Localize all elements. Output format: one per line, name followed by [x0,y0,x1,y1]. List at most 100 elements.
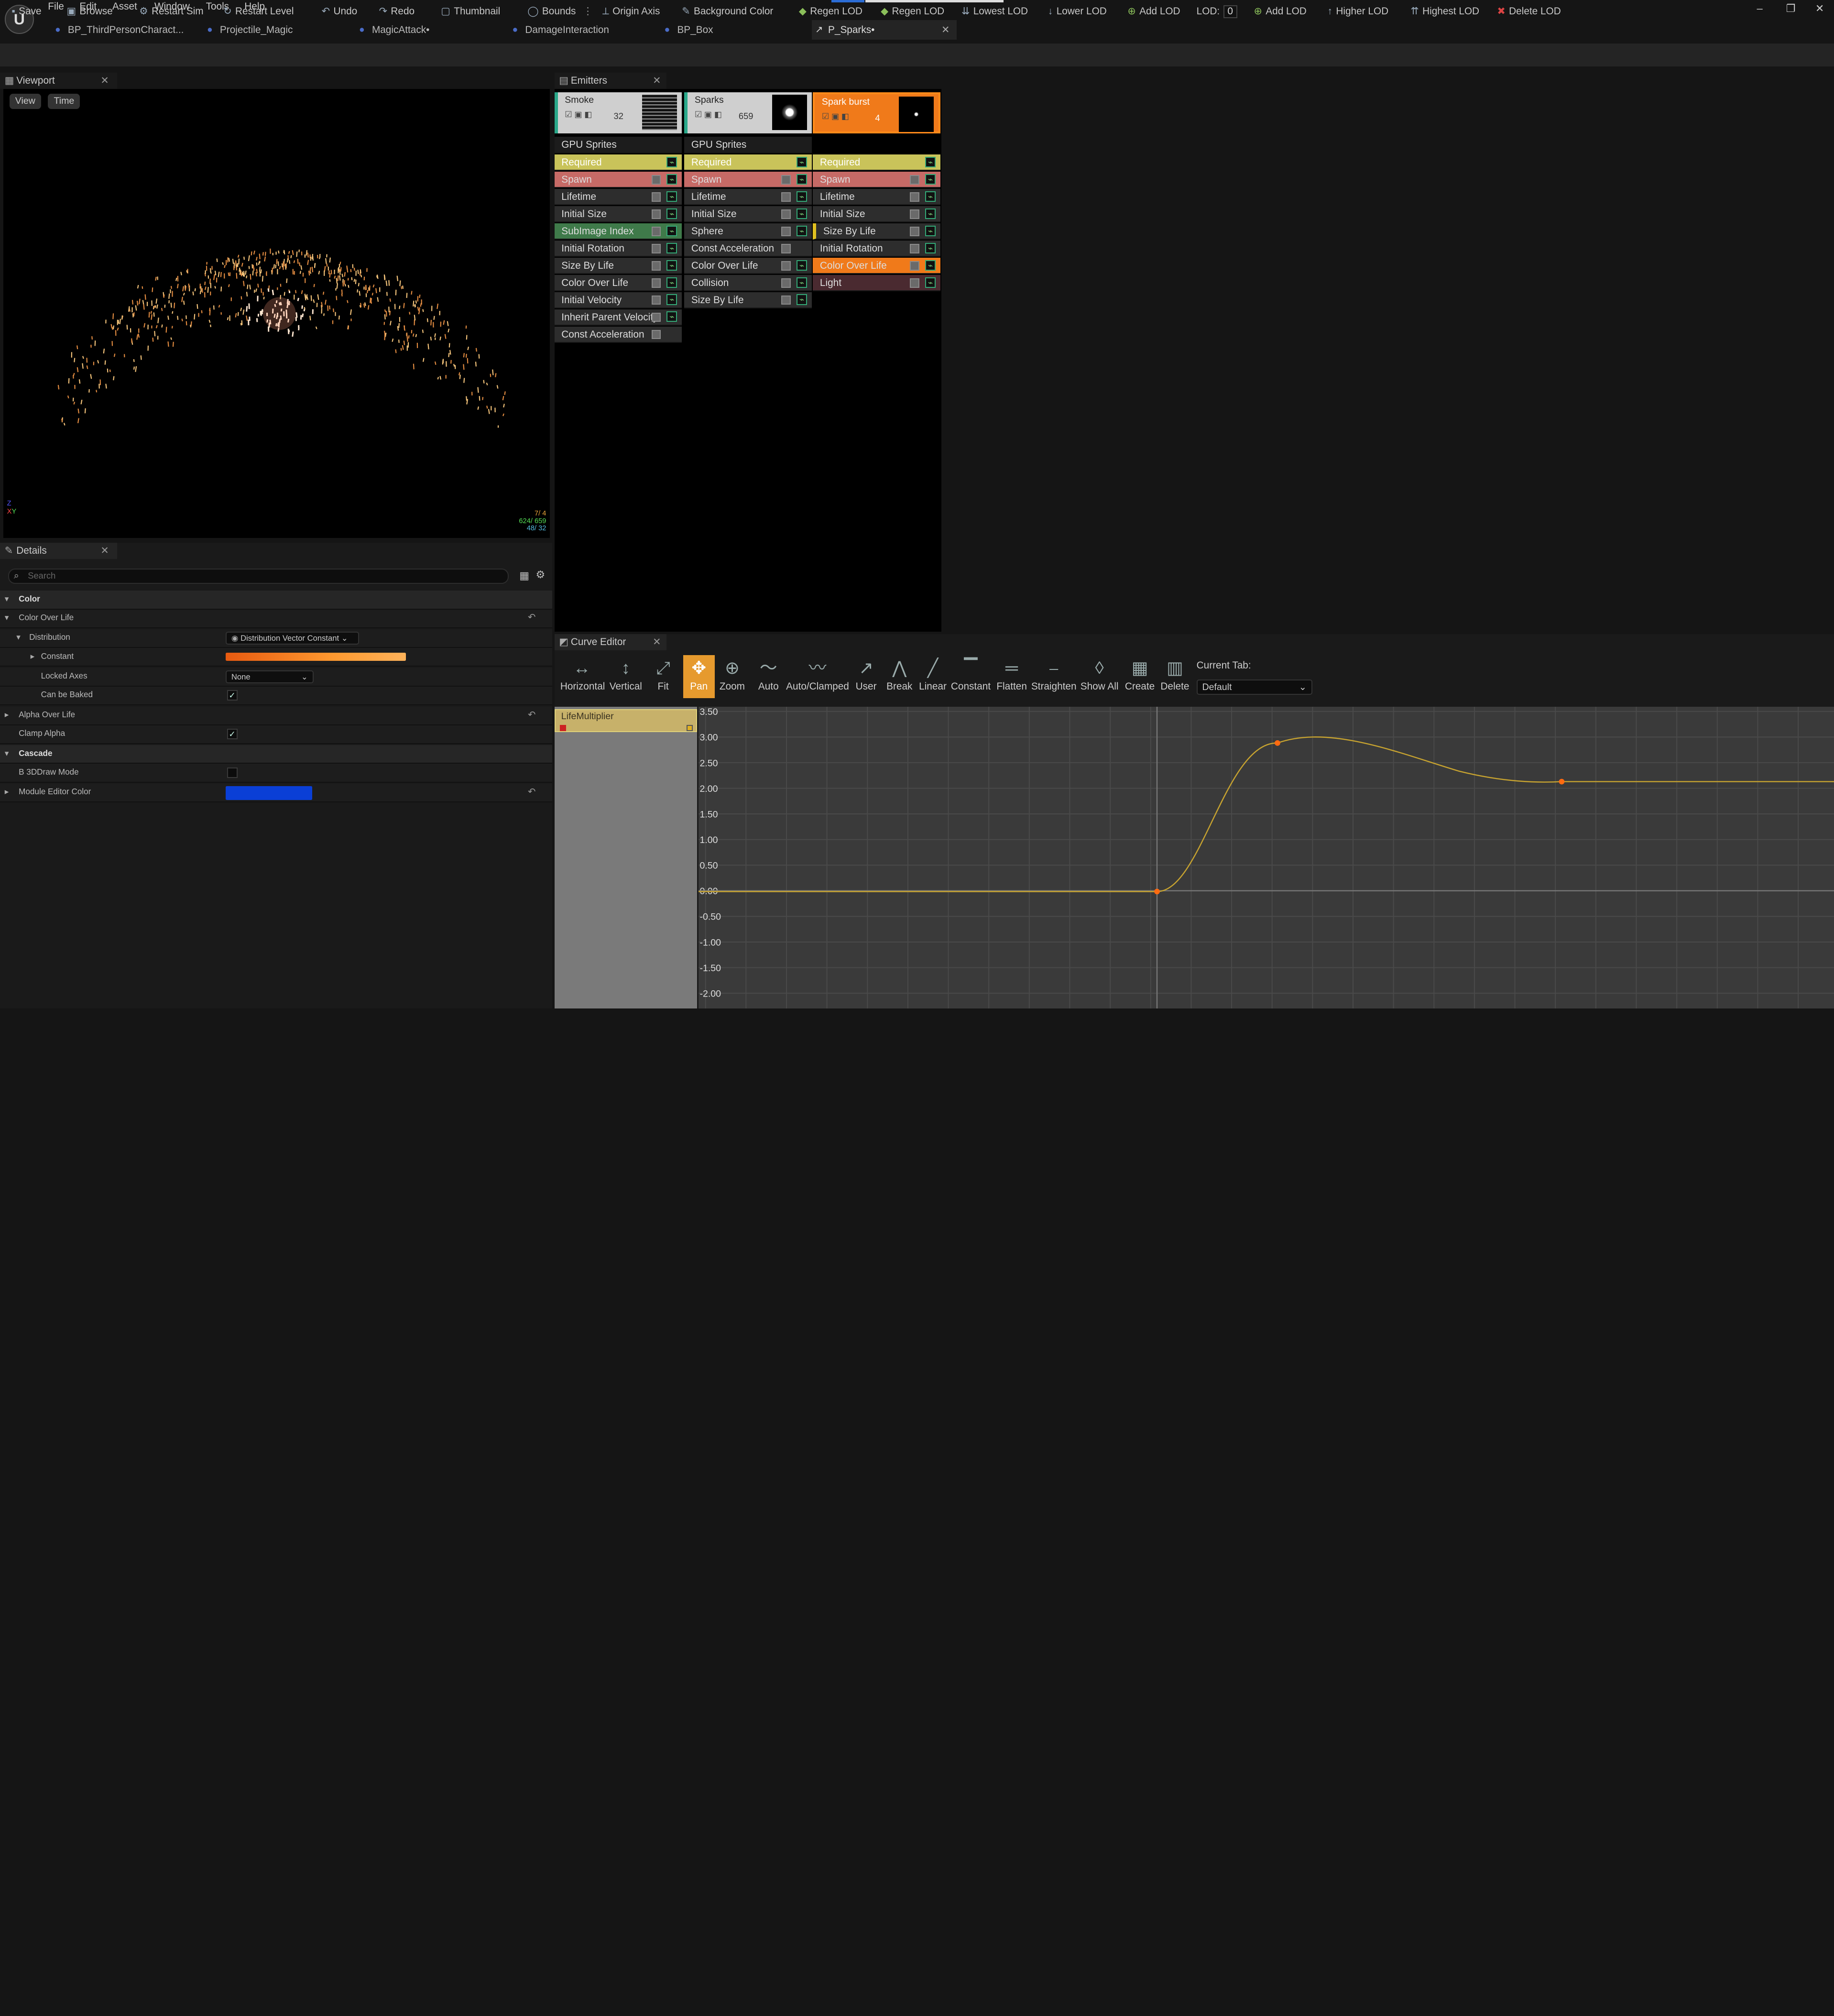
curve-btn-constant[interactable]: ▔Constant [950,655,992,699]
module-row[interactable]: Color Over Life⌁ [555,275,682,291]
module-enable-checkbox[interactable] [652,330,661,340]
module-enable-checkbox[interactable] [910,278,919,288]
row-module-editor-color[interactable]: ▸Module Editor Color↶ [0,784,552,802]
module-enable-checkbox[interactable] [781,175,791,185]
module-enable-checkbox[interactable] [652,227,661,236]
gear-icon[interactable]: ⚙ [535,569,545,581]
module-curve-toggle-icon[interactable]: ⌁ [925,191,936,202]
curve-btn-user[interactable]: ↗User [851,655,882,699]
curve-btn-delete[interactable]: ▥Delete [1158,655,1192,699]
close-viewport-icon[interactable]: ✕ [100,73,109,89]
curve-btn-break[interactable]: ⋀Break [883,655,916,699]
module-curve-toggle-icon[interactable]: ⌁ [666,277,677,288]
module-enable-checkbox[interactable] [910,261,919,271]
curve-keyframe[interactable] [1275,740,1280,746]
emitters-tab[interactable]: ▤Emitters✕ [555,73,667,89]
module-row[interactable]: Required⌁ [555,154,682,171]
viewport-tab[interactable]: ▦Viewport✕ [0,73,117,89]
module-enable-checkbox[interactable] [652,175,661,185]
bounds-button[interactable]: ◯Bounds⋮ [527,3,593,20]
module-row[interactable]: Lifetime⌁ [555,189,682,205]
module-curve-toggle-icon[interactable]: ⌁ [666,311,677,322]
menu-file[interactable]: File [48,1,64,12]
module-row[interactable]: Required⌁ [813,154,940,171]
save-button[interactable]: ▪Save [11,3,41,20]
module-enable-checkbox[interactable] [781,209,791,219]
emitter-toggle-icons[interactable]: ☑ ▣ ◧ [565,110,592,120]
module-curve-toggle-icon[interactable]: ⌁ [666,294,677,305]
module-row[interactable]: Sphere⌁ [684,223,812,240]
lower-lod-button[interactable]: ↓Lower LOD [1048,3,1107,20]
module-curve-toggle-icon[interactable]: ⌁ [666,174,677,185]
module-row[interactable]: Lifetime⌁ [813,189,940,205]
module-enable-checkbox[interactable] [781,192,791,202]
module-curve-toggle-icon[interactable]: ⌁ [925,157,936,167]
module-curve-toggle-icon[interactable]: ⌁ [925,226,936,236]
module-row[interactable]: Size By Life⌁ [813,223,940,240]
row-constant[interactable]: ▸Constant [0,648,552,667]
module-enable-checkbox[interactable] [652,209,661,219]
module-row[interactable]: Size By Life⌁ [684,292,812,308]
module-enable-checkbox[interactable] [652,313,661,322]
curve-graph[interactable]: 3.503.002.502.001.501.000.500.00-0.50-1.… [699,707,1834,1008]
origin-axis-button[interactable]: ⟂Origin Axis [602,3,660,20]
3ddraw-mode-checkbox[interactable] [227,767,238,778]
close-icon[interactable]: ✕ [1815,2,1824,15]
curve-btn-create[interactable]: ▦Create [1123,655,1157,699]
minimize-icon[interactable]: – [1757,2,1762,15]
tab-bp-thirdperson[interactable]: ●BP_ThirdPersonCharact... [52,20,192,40]
module-enable-checkbox[interactable] [781,296,791,305]
module-row[interactable]: Inherit Parent Velocity⌁ [555,309,682,326]
curve-btn-flatten[interactable]: ═Flatten [994,655,1029,699]
higher-lod-button[interactable]: ↑Higher LOD [1328,3,1388,20]
emitter-header[interactable]: Smoke ☑ ▣ ◧ 32 [555,92,682,133]
module-curve-toggle-icon[interactable]: ⌁ [797,208,807,219]
row-clamp-alpha[interactable]: Clamp Alpha✓ [0,725,552,744]
module-enable-checkbox[interactable] [910,175,919,185]
row-3ddraw-mode[interactable]: B 3DDraw Mode [0,764,552,782]
module-curve-toggle-icon[interactable]: ⌁ [925,174,936,185]
module-row[interactable]: Required⌁ [684,154,812,171]
curve-entry-lifemultiplier[interactable]: LifeMultiplier [555,709,697,733]
background-color-button[interactable]: ✎Background Color [682,3,773,20]
regen-lod-duplicate-button[interactable]: ◆Regen LOD [881,3,944,20]
module-row[interactable]: Light⌁ [813,275,940,291]
module-row[interactable]: Initial Size⌁ [555,206,682,222]
current-tab-dropdown[interactable]: Default⌄ [1197,679,1312,695]
tab-projectile-magic[interactable]: ●Projectile_Magic [204,20,344,40]
distribution-dropdown[interactable]: ◉ Distribution Vector Constant ⌄ [226,632,359,645]
module-curve-toggle-icon[interactable]: ⌁ [925,243,936,253]
module-row[interactable]: Const Acceleration [684,241,812,257]
curve-btn-pan[interactable]: ✥Pan [683,655,715,699]
row-color-over-life[interactable]: ▾Color Over Life↶ [0,610,552,628]
curve-btn-auto-clamped[interactable]: 〰Auto/Clamped [786,655,849,699]
tab-damage-interaction[interactable]: ●DamageInteraction [509,20,649,40]
emitter-header[interactable]: Sparks ☑ ▣ ◧ 659 [684,92,812,133]
delete-lod-button[interactable]: ✖Delete LOD [1497,3,1561,20]
viewport-canvas[interactable] [3,89,549,538]
close-tab-icon[interactable]: ✕ [941,20,950,40]
module-row[interactable]: Initial Rotation⌁ [813,241,940,257]
curve-visibility-toggle[interactable] [687,725,692,731]
tab-magic-attack[interactable]: ●MagicAttack• [356,20,496,40]
emitter-toggle-icons[interactable]: ☑ ▣ ◧ [822,112,849,121]
row-locked-axes[interactable]: Locked AxesNone⌄ [0,668,552,687]
emitter-toggle-icons[interactable]: ☑ ▣ ◧ [695,110,722,120]
add-lod-button-2[interactable]: ⊕Add LOD [1254,3,1307,20]
module-enable-checkbox[interactable] [652,261,661,271]
emitter-type[interactable]: GPU Sprites [555,137,682,153]
module-enable-checkbox[interactable] [652,192,661,202]
add-lod-button[interactable]: ⊕Add LOD [1127,3,1180,20]
view-button[interactable]: View [10,94,42,109]
module-editor-color-swatch[interactable] [226,786,312,800]
module-enable-checkbox[interactable] [652,244,661,253]
redo-button[interactable]: ↷Redo [379,3,415,20]
module-curve-toggle-icon[interactable]: ⌁ [666,191,677,202]
emitter-type[interactable]: GPU Sprites [684,137,812,153]
curve-btn-vertical[interactable]: ↕Vertical [606,655,645,699]
module-row[interactable]: Spawn⌁ [684,172,812,188]
module-row[interactable]: Initial Size⌁ [813,206,940,222]
module-curve-toggle-icon[interactable]: ⌁ [666,208,677,219]
curve-channel-red[interactable] [560,725,566,731]
lowest-lod-button[interactable]: ⇊Lowest LOD [961,3,1028,20]
